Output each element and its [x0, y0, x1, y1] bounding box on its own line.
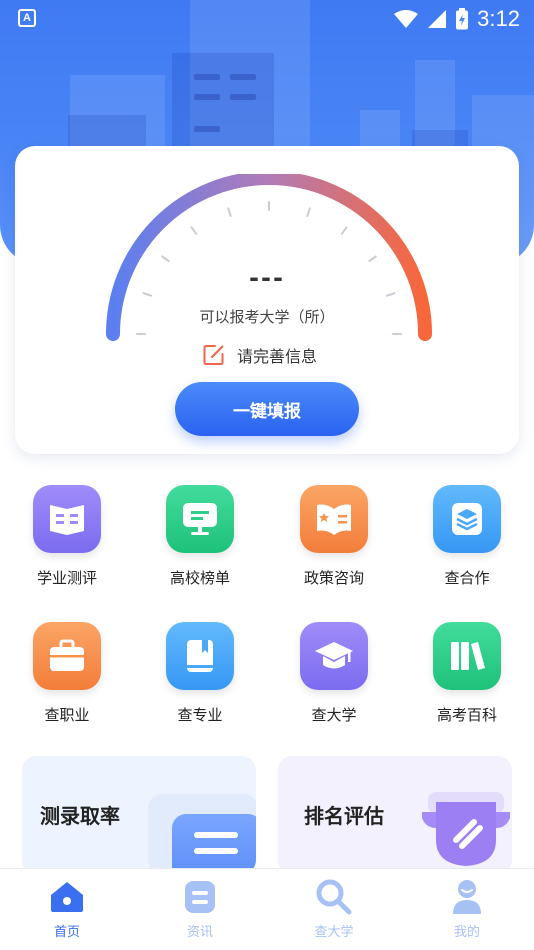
layers-icon: [433, 485, 501, 553]
gauge-tick: [227, 207, 232, 218]
gauge-tick: [368, 255, 377, 263]
grid-label: 查大学: [311, 706, 357, 724]
edit-icon: [203, 345, 224, 365]
grid-label: 高校榜单: [169, 569, 230, 587]
tab-label: 我的: [453, 925, 480, 940]
signal-icon: [428, 10, 447, 28]
monitor-icon: [166, 485, 234, 553]
grid-item-career[interactable]: 查职业: [17, 622, 117, 725]
gauge-tick: [161, 255, 170, 263]
one-click-fill-button[interactable]: 一键填报: [175, 382, 359, 436]
wifi-icon: [394, 10, 419, 28]
status-bar: A 3:12: [0, 0, 534, 38]
book-open-icon: [33, 485, 101, 553]
complete-info-link[interactable]: 请完善信息: [203, 343, 317, 367]
grid-label: 政策咨询: [303, 569, 364, 587]
tab-profile[interactable]: 我的: [427, 877, 507, 940]
tab-label: 资讯: [186, 925, 213, 940]
gauge-tick: [142, 292, 153, 297]
profile-icon: [453, 880, 481, 914]
grid-item-cooperation[interactable]: 查合作: [417, 485, 517, 588]
graduation-cap-icon: [300, 622, 368, 690]
tab-news[interactable]: 资讯: [160, 877, 240, 940]
grid-item-university-ranking[interactable]: 高校榜单: [150, 485, 250, 588]
search-icon: [316, 879, 352, 915]
gauge-tick: [306, 207, 311, 218]
app-badge-icon: A: [18, 9, 36, 27]
grid-label: 学业测评: [36, 569, 97, 587]
promo-title: 测录取率: [40, 804, 120, 828]
grid-item-major[interactable]: 查专业: [150, 622, 250, 725]
grid-item-university[interactable]: 查大学: [284, 622, 384, 725]
document-icon: [172, 814, 256, 874]
grid-item-policy-consult[interactable]: 政策咨询: [284, 485, 384, 588]
grid-label: 查职业: [44, 706, 90, 724]
grid-label: 高考百科: [436, 706, 497, 724]
gauge-tick: [340, 226, 348, 235]
bottom-tab-bar: 首页 资讯 查大学 我的: [0, 868, 534, 950]
gauge-tick: [385, 292, 396, 297]
tab-label: 查大学: [314, 925, 354, 940]
home-icon: [51, 882, 83, 912]
status-time: 3:12: [477, 6, 520, 31]
tab-home[interactable]: 首页: [27, 877, 107, 940]
grid-label: 查合作: [444, 569, 490, 587]
admission-rate-card[interactable]: 测录取率: [22, 756, 256, 874]
tab-search-university[interactable]: 查大学: [294, 877, 374, 940]
gauge-caption: 可以报考大学（所）: [199, 308, 335, 326]
books-icon: [433, 622, 501, 690]
gauge-value: ---: [249, 264, 285, 292]
tab-label: 首页: [53, 925, 80, 940]
book-icon: [166, 622, 234, 690]
grid-item-encyclopedia[interactable]: 高考百科: [417, 622, 517, 725]
grid-label: 查专业: [177, 706, 223, 724]
grid-item-academic-test[interactable]: 学业测评: [17, 485, 117, 588]
complete-info-label: 请完善信息: [237, 347, 318, 366]
briefcase-icon: [33, 622, 101, 690]
news-icon: [185, 881, 215, 913]
battery-icon: [456, 8, 469, 30]
admission-card: --- 可以报考大学（所） 请完善信息 一键填报: [15, 146, 519, 454]
promo-title: 排名评估: [304, 804, 384, 828]
open-book-icon: [300, 485, 368, 553]
ranking-evaluation-card[interactable]: 排名评估: [278, 756, 512, 874]
gauge-tick: [190, 226, 198, 235]
trophy-icon: [422, 792, 510, 866]
